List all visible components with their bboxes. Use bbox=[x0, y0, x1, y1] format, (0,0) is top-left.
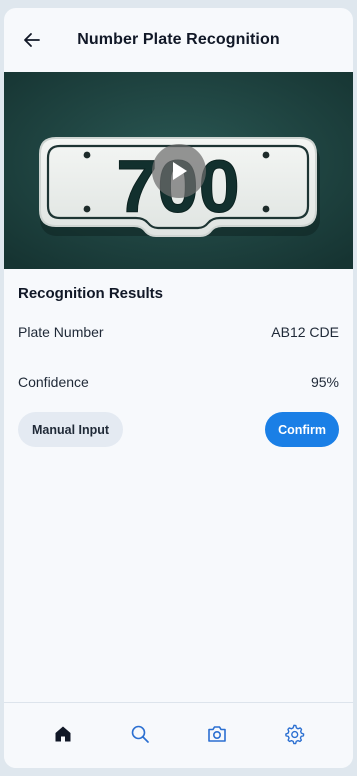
bottom-tab-bar bbox=[4, 702, 353, 768]
play-icon bbox=[173, 162, 187, 180]
plate-number-row: Plate Number AB12 CDE bbox=[18, 324, 339, 340]
confidence-value: 95% bbox=[310, 374, 339, 390]
plate-number-value: AB12 CDE bbox=[271, 324, 339, 340]
confidence-label: Confidence bbox=[18, 374, 89, 390]
home-icon bbox=[55, 726, 71, 741]
results-title: Recognition Results bbox=[18, 285, 164, 302]
search-icon bbox=[131, 725, 149, 743]
recognition-results: Recognition Results Plate Number AB12 CD… bbox=[4, 269, 353, 447]
tab-search[interactable] bbox=[120, 714, 160, 754]
page-title: Number Plate Recognition bbox=[77, 31, 280, 48]
manual-input-button[interactable]: Manual Input bbox=[18, 412, 124, 447]
tab-home[interactable] bbox=[43, 714, 83, 754]
gear-icon bbox=[285, 724, 305, 744]
plate-video-preview[interactable]: 700 bbox=[4, 72, 353, 269]
arrow-left-icon bbox=[24, 33, 40, 47]
confidence-row: Confidence 95% bbox=[18, 374, 339, 390]
tab-camera[interactable] bbox=[197, 714, 237, 754]
plate-number-label: Plate Number bbox=[18, 324, 104, 340]
camera-icon bbox=[208, 725, 226, 742]
back-button[interactable] bbox=[20, 28, 44, 52]
play-button[interactable] bbox=[152, 144, 206, 198]
app-screen: Number Plate Recognition Recognition Res… bbox=[4, 8, 353, 768]
app-header: Number Plate Recognition bbox=[4, 8, 353, 72]
action-buttons: Manual Input Confirm bbox=[18, 412, 339, 447]
tab-settings[interactable] bbox=[274, 714, 314, 754]
confirm-button[interactable]: Confirm bbox=[265, 412, 339, 447]
